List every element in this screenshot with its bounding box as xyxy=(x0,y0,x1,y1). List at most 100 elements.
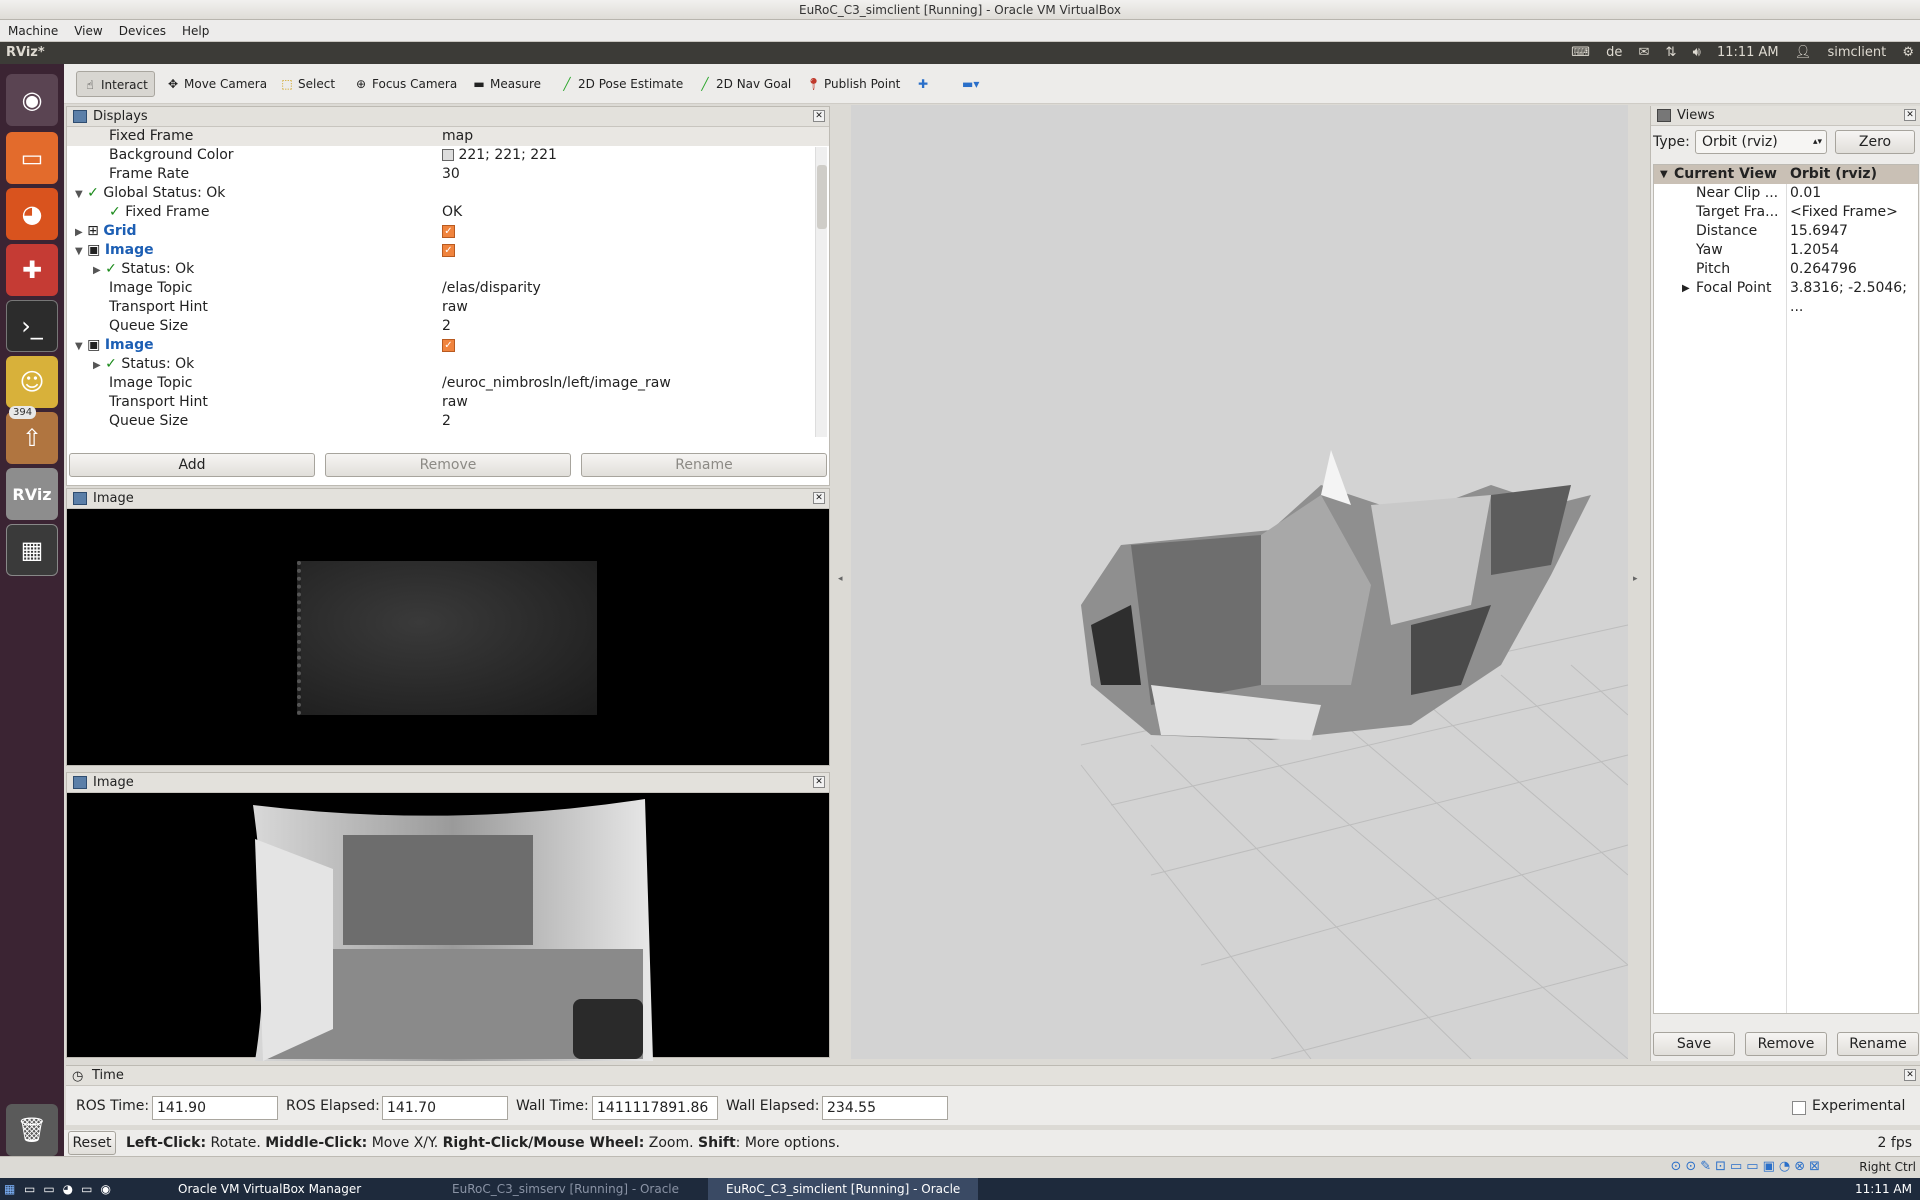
close-icon[interactable]: ✕ xyxy=(1904,1069,1916,1081)
prop-value[interactable]: 0.01 xyxy=(1790,184,1821,203)
rename-button[interactable]: Rename xyxy=(581,453,827,477)
tree-row[interactable]: Image Topic/euroc_nimbrosln/left/image_r… xyxy=(67,374,829,393)
view-type-select[interactable]: Orbit (rviz) ▴▾ xyxy=(1695,130,1827,154)
tree-row[interactable]: Frame Rate 30 xyxy=(67,165,829,184)
gear-icon[interactable]: ⚙ xyxy=(1902,45,1914,60)
tree-row[interactable]: Queue Size 2 xyxy=(67,317,829,336)
row-value[interactable]: 30 xyxy=(442,165,460,184)
row-value[interactable]: raw xyxy=(442,298,468,317)
row-value[interactable]: /elas/disparity xyxy=(442,279,541,298)
enable-checkbox[interactable]: ✓ xyxy=(442,243,455,257)
network-icon[interactable]: ⇅ xyxy=(1666,45,1677,60)
volume-icon[interactable]: 🔊︎ xyxy=(1693,45,1701,60)
tree-row[interactable]: Image Topic/elas/disparity xyxy=(67,279,829,298)
expand-arrow-icon[interactable]: ▶ xyxy=(93,360,101,371)
keyboard-icon[interactable]: ⌨ de xyxy=(1571,45,1622,60)
tree-row[interactable]: ▶ ✓ Status: Ok xyxy=(67,355,829,374)
tree-row[interactable]: ▶ ✓ Status: Ok xyxy=(67,260,829,279)
nav-goal-tool[interactable]: ╱ 2D Nav Goal xyxy=(692,71,797,97)
collapse-left-handle[interactable]: ◂ xyxy=(838,574,846,588)
software-icon[interactable]: ☺ xyxy=(6,356,58,408)
rviz-icon[interactable]: RViz xyxy=(6,468,58,520)
tree-row[interactable]: ▼ ▣ Image ✓ xyxy=(67,336,829,355)
ros-elapsed-field[interactable]: 141.70 xyxy=(382,1096,508,1120)
row-value[interactable]: 221; 221; 221 xyxy=(442,146,557,165)
tree-row[interactable]: ▼ ▣ Image ✓ xyxy=(67,241,829,260)
mail-icon[interactable]: ✉ xyxy=(1639,45,1650,60)
view-prop-row[interactable]: Pitch 0.264796 xyxy=(1654,260,1918,279)
row-value[interactable]: 2 xyxy=(442,317,451,336)
vertical-scrollbar[interactable] xyxy=(815,147,827,437)
close-icon[interactable]: ✕ xyxy=(1904,109,1916,121)
start-icon[interactable]: ▦ xyxy=(4,1178,15,1200)
prop-value[interactable]: 0.264796 xyxy=(1790,260,1857,279)
prop-value[interactable]: 3.8316; -2.5046; ... xyxy=(1790,279,1918,317)
close-icon[interactable]: ✕ xyxy=(813,776,825,788)
zero-button[interactable]: Zero xyxy=(1835,130,1915,154)
firefox-icon[interactable]: ◕ xyxy=(6,188,58,240)
tree-row[interactable]: Transport Hint raw xyxy=(67,298,829,317)
rename-button[interactable]: Rename xyxy=(1837,1032,1919,1056)
prop-value[interactable]: 15.6947 xyxy=(1790,222,1848,241)
task-vbox-manager[interactable]: Oracle VM VirtualBox Manager xyxy=(172,1178,422,1200)
current-view-row[interactable]: ▼ Current View Orbit (rviz) xyxy=(1654,165,1918,184)
tree-row[interactable]: Queue Size 2 xyxy=(67,412,829,431)
save-button[interactable]: Save xyxy=(1653,1032,1735,1056)
expand-arrow-icon[interactable]: ▼ xyxy=(1660,165,1668,184)
wall-elapsed-field[interactable]: 234.55 xyxy=(822,1096,948,1120)
expand-arrow-icon[interactable]: ▶ xyxy=(93,265,101,276)
settings-icon[interactable]: ✚ xyxy=(6,244,58,296)
add-button[interactable]: Add xyxy=(69,453,315,477)
measure-tool[interactable]: ▬ Measure xyxy=(466,71,547,97)
view-prop-row[interactable]: Yaw 1.2054 xyxy=(1654,241,1918,260)
tree-row[interactable]: ✓ Fixed Frame OK xyxy=(67,203,829,222)
menu-devices[interactable]: Devices xyxy=(111,20,174,42)
ros-time-field[interactable]: 141.90 xyxy=(152,1096,278,1120)
view-prop-row[interactable]: Near Clip ... 0.01 xyxy=(1654,184,1918,203)
dash-icon[interactable]: ◉ xyxy=(6,74,58,126)
publish-point-tool[interactable]: 📍︎ Publish Point xyxy=(800,71,906,97)
expand-arrow-icon[interactable]: ▼ xyxy=(75,246,83,257)
remove-button[interactable]: Remove xyxy=(1745,1032,1827,1056)
add-tool-plus-icon[interactable]: ✚ xyxy=(912,71,934,97)
wall-time-field[interactable]: 1411117891.86 xyxy=(592,1096,718,1120)
row-value[interactable]: map xyxy=(442,127,473,146)
menu-view[interactable]: View xyxy=(66,20,110,42)
tree-row[interactable]: ▶ ⊞ Grid ✓ xyxy=(67,222,829,241)
row-value[interactable]: 2 xyxy=(442,412,451,431)
remove-tool-minus-icon[interactable]: ▬▾ xyxy=(956,71,985,97)
terminal-icon[interactable]: ›_ xyxy=(6,300,58,352)
scrollbar-thumb[interactable] xyxy=(817,165,827,229)
tree-row[interactable]: Background Color 221; 221; 221 xyxy=(67,146,829,165)
view-prop-row[interactable]: Target Fra... <Fixed Frame> xyxy=(1654,203,1918,222)
expand-arrow-icon[interactable]: ▶ xyxy=(75,227,83,238)
vbox-device-icons[interactable]: ⊙⊙✎⊡▭▭▣◔⊗⊠ xyxy=(1670,1159,1824,1174)
reset-button[interactable]: Reset xyxy=(68,1131,116,1155)
quicklaunch-icons[interactable]: ▭▭◕▭◉ xyxy=(24,1178,119,1200)
tree-row[interactable]: Fixed Frame map xyxy=(67,127,829,146)
enable-checkbox[interactable]: ✓ xyxy=(442,224,455,238)
files-icon[interactable]: ▭ xyxy=(6,132,58,184)
menu-help[interactable]: Help xyxy=(174,20,217,42)
clock[interactable]: 11:11 AM xyxy=(1717,45,1779,60)
trash-icon[interactable]: 🗑︎ xyxy=(6,1104,58,1156)
collapse-right-handle[interactable]: ▸ xyxy=(1633,574,1641,588)
expand-arrow-icon[interactable]: ▼ xyxy=(75,341,83,352)
update-icon[interactable]: 394 ⇧ xyxy=(6,406,58,464)
user-menu[interactable]: 👤︎ simclient xyxy=(1795,45,1886,60)
tree-row[interactable]: ▼ ✓ Global Status: Ok xyxy=(67,184,829,203)
pose-estimate-tool[interactable]: ╱ 2D Pose Estimate xyxy=(554,71,689,97)
prop-value[interactable]: <Fixed Frame> xyxy=(1790,203,1898,222)
prop-value[interactable]: 1.2054 xyxy=(1790,241,1839,260)
focus-camera-tool[interactable]: ⊕ Focus Camera xyxy=(348,71,463,97)
move-camera-tool[interactable]: ✥ Move Camera xyxy=(160,71,273,97)
workspace-icon[interactable]: ▦ xyxy=(6,524,58,576)
view-prop-row[interactable]: ▶ Focal Point 3.8316; -2.5046; ... xyxy=(1654,279,1918,315)
experimental-checkbox[interactable] xyxy=(1792,1101,1806,1115)
close-icon[interactable]: ✕ xyxy=(813,110,825,122)
tree-row[interactable]: Transport Hint raw xyxy=(67,393,829,412)
task-simserv[interactable]: EuRoC_C3_simserv [Running] - Oracle VM V xyxy=(440,1178,680,1200)
menu-machine[interactable]: Machine xyxy=(0,20,66,42)
row-value[interactable]: /euroc_nimbrosln/left/image_raw xyxy=(442,374,671,393)
view-prop-row[interactable]: Distance 15.6947 xyxy=(1654,222,1918,241)
